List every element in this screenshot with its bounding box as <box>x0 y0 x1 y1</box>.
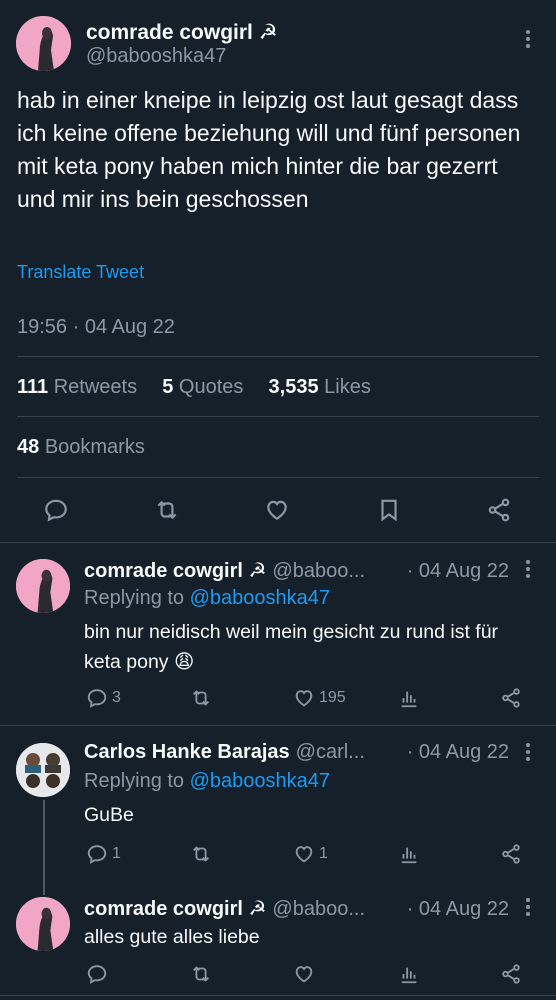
author-name[interactable]: comrade cowgirl ☭ <box>86 20 278 45</box>
reply-author-handle[interactable]: @baboo... <box>272 898 365 921</box>
more-options-icon[interactable] <box>520 559 536 583</box>
reply-action[interactable]: 3 <box>86 687 121 709</box>
tweet-text: hab in einer kneipe in leipzig ost laut … <box>17 87 521 212</box>
bookmarks-stat[interactable]: 48 Bookmarks <box>17 436 145 459</box>
thread-connector <box>43 800 45 895</box>
divider <box>17 477 539 478</box>
reply-action[interactable]: 1 <box>86 843 121 865</box>
like-icon <box>293 843 315 865</box>
more-options-icon[interactable] <box>520 28 536 54</box>
reply-text: GuBe <box>84 804 134 826</box>
bookmarks-label: Bookmarks <box>44 436 145 458</box>
more-options-icon[interactable] <box>520 742 536 766</box>
divider <box>0 995 556 996</box>
reply-date[interactable]: · 04 Aug 22 <box>407 898 509 921</box>
quotes-count: 5 <box>162 376 174 398</box>
replying-to: Replying to @babooshka47 <box>84 587 330 610</box>
divider <box>0 542 556 543</box>
retweets-count: 111 <box>17 376 49 398</box>
reply-icon[interactable] <box>43 497 69 523</box>
stats-row: 111 Retweets 5 Quotes 3,535 Likes <box>17 376 371 399</box>
like-icon[interactable] <box>264 497 290 523</box>
share-icon[interactable] <box>500 963 522 985</box>
author-handle[interactable]: @babooshka47 <box>86 45 226 68</box>
retweet-icon[interactable] <box>153 497 181 523</box>
likes-count: 3,535 <box>268 376 319 398</box>
author-avatar[interactable] <box>16 16 71 71</box>
retweets-label: Retweets <box>53 376 138 398</box>
reply-date[interactable]: · 04 Aug 22 <box>407 741 509 764</box>
analytics-icon[interactable] <box>398 843 420 865</box>
retweet-icon[interactable] <box>189 843 213 865</box>
retweet-icon[interactable] <box>189 687 213 709</box>
reply-header: comrade cowgirl ☭ @baboo... · 04 Aug 22 <box>84 558 509 583</box>
bookmarks-count: 48 <box>17 436 40 458</box>
share-icon[interactable] <box>500 687 522 709</box>
reply-author-handle[interactable]: @baboo... <box>272 560 365 583</box>
divider <box>17 356 539 357</box>
like-action[interactable]: 1 <box>293 843 328 865</box>
reply-avatar[interactable] <box>16 559 70 613</box>
reply-count: 3 <box>112 689 121 706</box>
reply-icon <box>86 843 108 865</box>
retweets-stat[interactable]: 111 Retweets <box>17 376 137 398</box>
replying-to-handle[interactable]: @babooshka47 <box>190 587 330 609</box>
reply-author-name[interactable]: Carlos Hanke Barajas <box>84 741 290 764</box>
analytics-icon[interactable] <box>398 687 420 709</box>
reply-text: alles gute alles liebe <box>84 926 260 948</box>
share-icon[interactable] <box>486 497 512 523</box>
more-options-icon[interactable] <box>520 897 536 921</box>
replying-to-handle[interactable]: @babooshka47 <box>190 770 330 792</box>
likes-stat[interactable]: 3,535 Likes <box>269 376 371 398</box>
reply-header: Carlos Hanke Barajas @carl... · 04 Aug 2… <box>84 741 509 764</box>
tweet-timestamp[interactable]: 19:56 · 04 Aug 22 <box>17 316 175 339</box>
like-icon[interactable] <box>293 963 315 985</box>
replying-to-label: Replying to <box>84 587 185 609</box>
replying-to: Replying to @babooshka47 <box>84 770 330 793</box>
divider <box>0 725 556 726</box>
reply-count: 1 <box>112 845 121 862</box>
reply-author-name[interactable]: comrade cowgirl ☭ <box>84 558 266 583</box>
quotes-stat[interactable]: 5 Quotes <box>162 376 243 398</box>
reply-author-handle[interactable]: @carl... <box>296 741 365 764</box>
like-icon <box>293 687 315 709</box>
reply-icon <box>86 687 108 709</box>
reply-date[interactable]: · 04 Aug 22 <box>407 560 509 583</box>
share-icon[interactable] <box>500 843 522 865</box>
reply-author-name[interactable]: comrade cowgirl ☭ <box>84 896 266 921</box>
like-action[interactable]: 195 <box>293 687 346 709</box>
reply-text: bin nur neidisch weil mein gesicht zu ru… <box>84 621 499 673</box>
reply-avatar[interactable] <box>16 897 70 951</box>
reply-icon[interactable] <box>86 963 108 985</box>
likes-label: Likes <box>324 376 371 398</box>
retweet-icon[interactable] <box>189 963 213 985</box>
like-count: 195 <box>319 689 346 706</box>
reply-avatar[interactable] <box>16 743 70 797</box>
like-count: 1 <box>319 845 328 862</box>
quotes-label: Quotes <box>178 376 244 398</box>
bookmark-icon[interactable] <box>376 497 402 523</box>
replying-to-label: Replying to <box>84 770 185 792</box>
divider <box>17 416 539 417</box>
analytics-icon[interactable] <box>398 963 420 985</box>
translate-tweet-link[interactable]: Translate Tweet <box>17 262 144 283</box>
reply-header: comrade cowgirl ☭ @baboo... · 04 Aug 22 <box>84 896 509 921</box>
